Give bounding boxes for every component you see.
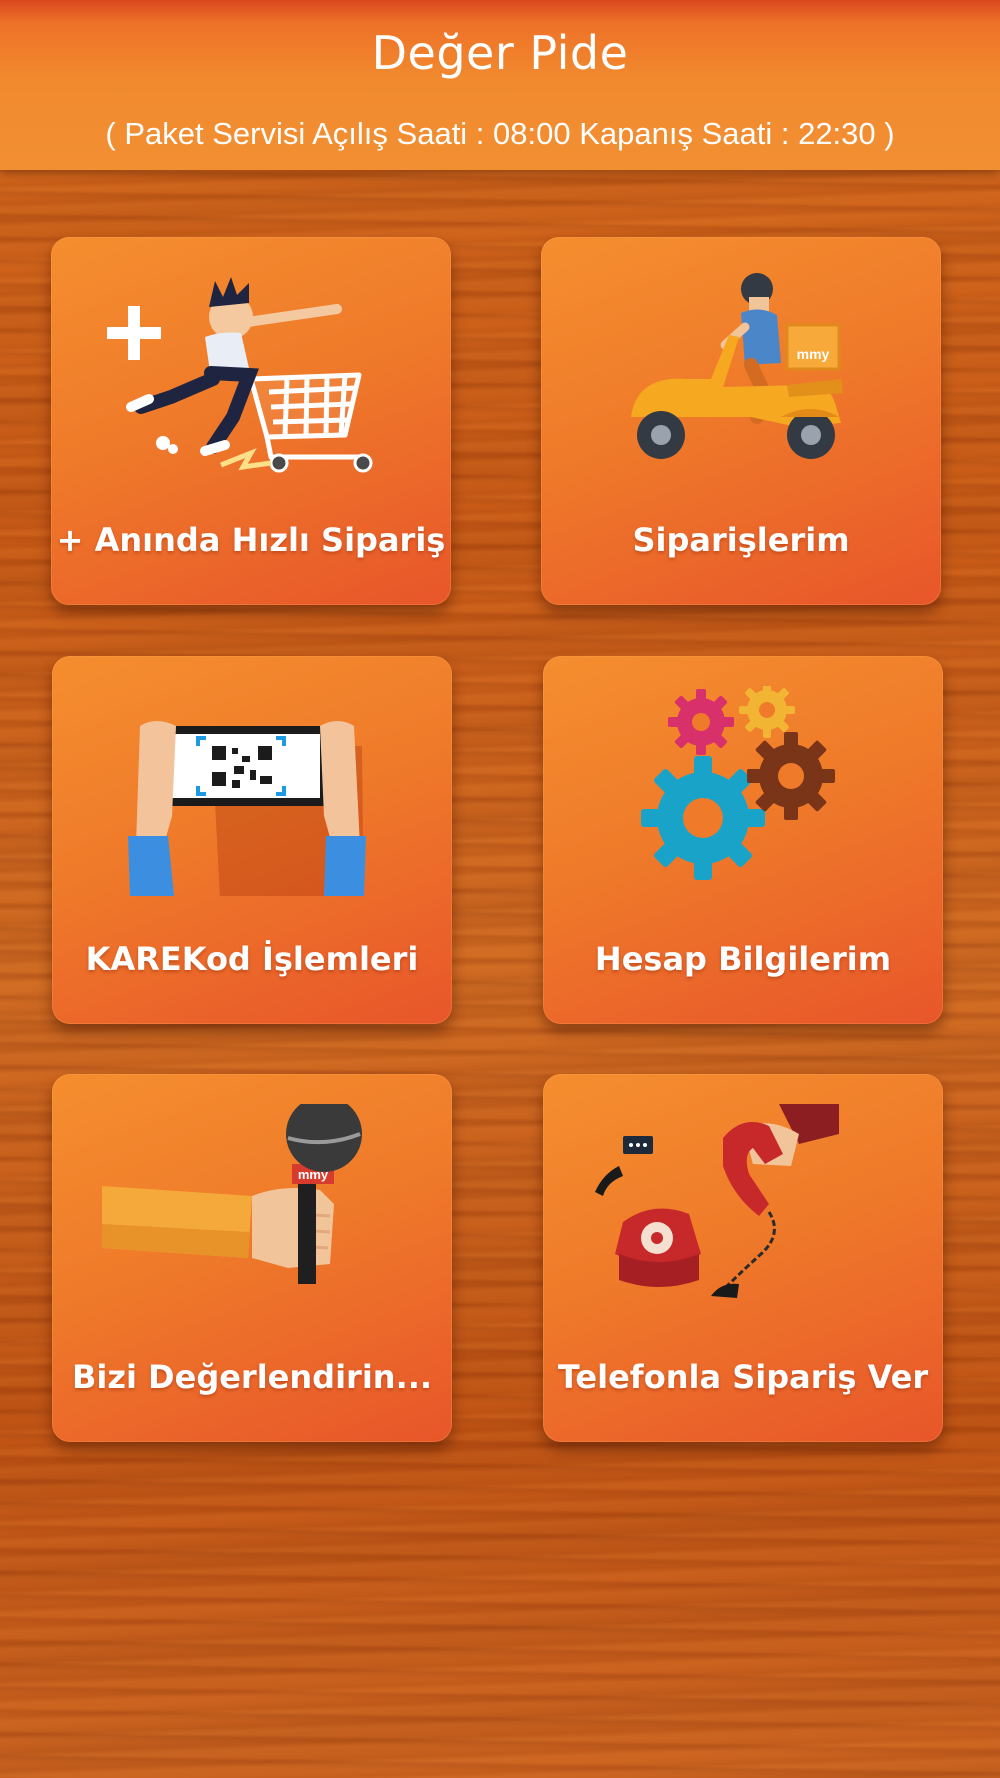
rate-us-button[interactable]: mmy Bizi Değerlendirin... (52, 1074, 452, 1442)
gears-icon (641, 686, 835, 880)
microphone-icon: mmy (102, 1104, 362, 1284)
delivery-scooter-icon: mmy (631, 273, 843, 459)
qr-code-phone-icon (128, 721, 366, 896)
my-orders-button[interactable]: mmy Siparişlerim (541, 237, 941, 605)
qr-code-button[interactable]: KAREKod İşlemleri (52, 656, 452, 1024)
account-info-button[interactable]: Hesap Bilgilerim (543, 656, 943, 1024)
my-orders-label: Siparişlerim (632, 521, 850, 559)
telephone-icon (595, 1104, 839, 1298)
account-info-label: Hesap Bilgilerim (594, 940, 892, 978)
phone-order-label: Telefonla Sipariş Ver (557, 1358, 929, 1396)
quick-order-button[interactable]: + Anında Hızlı Sipariş (51, 237, 451, 605)
shopping-cart-runner-icon (107, 277, 373, 473)
rate-us-label: Bizi Değerlendirin... (71, 1358, 433, 1396)
page-title: Değer Pide (371, 26, 629, 80)
phone-order-button[interactable]: Telefonla Sipariş Ver (543, 1074, 943, 1442)
app-header: Değer Pide ( Paket Servisi Açılış Saati … (0, 0, 1000, 170)
svg-text:mmy: mmy (797, 346, 830, 362)
quick-order-label: + Anında Hızlı Sipariş (56, 521, 446, 559)
qr-code-label: KAREKod İşlemleri (85, 940, 419, 978)
service-hours: ( Paket Servisi Açılış Saati : 08:00 Kap… (105, 116, 895, 151)
